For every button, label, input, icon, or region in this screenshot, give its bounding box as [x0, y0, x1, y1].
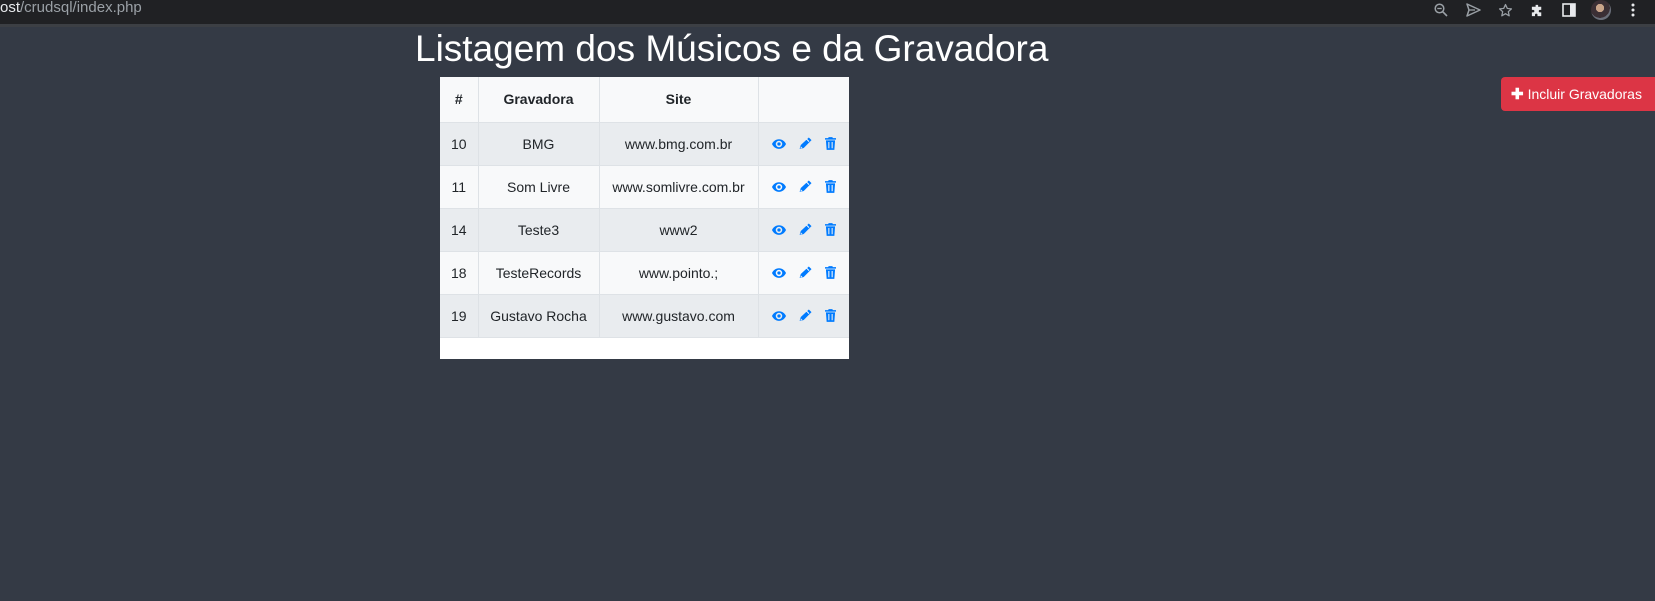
cell-actions	[758, 208, 850, 252]
edit-icon[interactable]	[799, 137, 812, 150]
row-actions	[759, 309, 850, 322]
delete-icon[interactable]	[824, 309, 836, 322]
cell-gravadora: Teste3	[478, 208, 600, 252]
cell-actions	[758, 122, 850, 166]
url-path: /crudsql/index.php	[20, 0, 142, 16]
header-actions	[758, 77, 849, 123]
view-icon[interactable]	[771, 267, 786, 278]
table-row: 10 BMG www.bmg.com.br	[440, 122, 850, 166]
send-icon[interactable]	[1465, 2, 1481, 18]
row-actions	[759, 223, 850, 236]
table-row: 19 Gustavo Rocha www.gustavo.com	[440, 294, 850, 338]
cell-id: 10	[440, 122, 479, 166]
edit-icon[interactable]	[799, 309, 812, 322]
cell-gravadora: Som Livre	[478, 165, 600, 209]
more-icon[interactable]	[1625, 2, 1641, 18]
delete-icon[interactable]	[824, 137, 836, 150]
cell-site: www.somlivre.com.br	[599, 165, 759, 209]
cell-id: 14	[440, 208, 479, 252]
table-header-row: # Gravadora Site	[440, 77, 849, 123]
cell-actions	[758, 165, 850, 209]
header-id: #	[440, 77, 479, 123]
url-host: ost	[0, 0, 21, 16]
header-site: Site	[599, 77, 759, 123]
address-bar[interactable]: ost/crudsql/index.php	[0, 0, 142, 20]
cell-id: 19	[440, 294, 479, 338]
cell-site: www.bmg.com.br	[599, 122, 759, 166]
view-icon[interactable]	[771, 310, 786, 321]
record-companies-table: # Gravadora Site 10 BMG www.bmg.com.br 11 So…	[440, 77, 849, 338]
edit-icon[interactable]	[799, 266, 812, 279]
cell-site: www2	[599, 208, 759, 252]
edit-icon[interactable]	[799, 223, 812, 236]
cell-id: 18	[440, 251, 479, 295]
browser-toolbar: ost/crudsql/index.php	[0, 0, 1655, 27]
add-record-company-button[interactable]: ✚ Incluir Gravadoras	[1501, 77, 1655, 111]
view-icon[interactable]	[771, 138, 786, 149]
row-actions	[759, 266, 850, 279]
page-title: Listagem dos Músicos e da Gravadora	[415, 28, 1049, 69]
table-row: 18 TesteRecords www.pointo.;	[440, 251, 850, 295]
cell-gravadora: TesteRecords	[478, 251, 600, 295]
add-button-label: Incluir Gravadoras	[1527, 86, 1642, 102]
cell-gravadora: Gustavo Rocha	[478, 294, 600, 338]
cell-site: www.gustavo.com	[599, 294, 759, 338]
cell-actions	[758, 251, 850, 295]
cell-gravadora: BMG	[478, 122, 600, 166]
star-icon[interactable]	[1497, 2, 1513, 18]
header-gravadora: Gravadora	[478, 77, 600, 123]
side-panel-icon[interactable]	[1561, 2, 1577, 18]
cell-site: www.pointo.;	[599, 251, 759, 295]
cell-actions	[758, 294, 850, 338]
browser-actions	[1425, 0, 1649, 20]
table-row: 14 Teste3 www2	[440, 208, 850, 252]
view-icon[interactable]	[771, 181, 786, 192]
cell-id: 11	[440, 165, 479, 209]
plus-icon: ✚	[1511, 86, 1524, 103]
zoom-out-icon[interactable]	[1433, 2, 1449, 18]
row-actions	[759, 137, 850, 150]
delete-icon[interactable]	[824, 180, 836, 193]
avatar[interactable]	[1591, 0, 1611, 20]
edit-icon[interactable]	[799, 180, 812, 193]
delete-icon[interactable]	[824, 223, 836, 236]
extensions-icon[interactable]	[1529, 2, 1545, 18]
record-companies-panel: # Gravadora Site 10 BMG www.bmg.com.br 11 So…	[440, 77, 849, 359]
table-row: 11 Som Livre www.somlivre.com.br	[440, 165, 850, 209]
row-actions	[759, 180, 850, 193]
view-icon[interactable]	[771, 224, 786, 235]
delete-icon[interactable]	[824, 266, 836, 279]
